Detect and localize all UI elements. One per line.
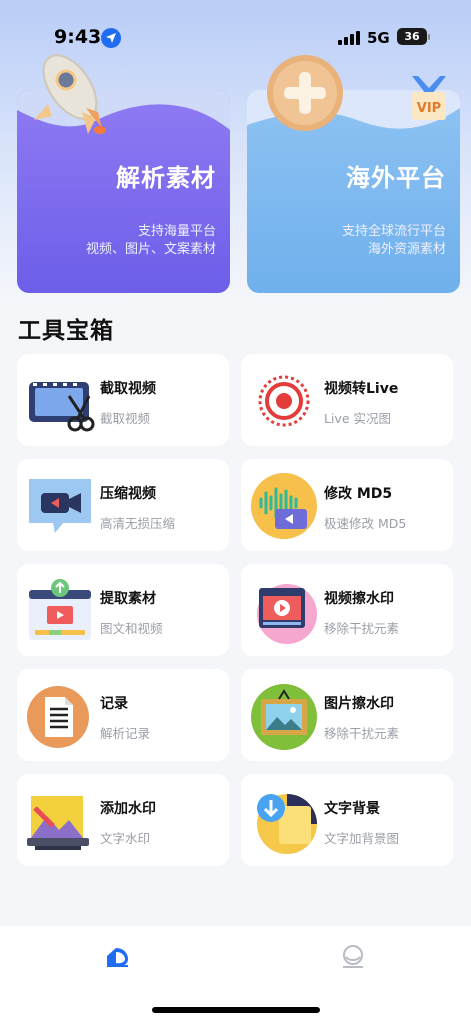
tool-subtitle: 高清无损压缩 [100, 516, 176, 531]
vip-badge-icon: VIP [412, 76, 446, 120]
tool-name: 截取视频 [100, 381, 156, 397]
tool-card-add-watermark[interactable]: 添加水印 文字水印 [17, 774, 229, 866]
tool-name: 图片擦水印 [324, 696, 394, 712]
tool-card-video-to-live[interactable]: 视频转Live Live 实况图 [241, 354, 453, 446]
video-player-icon [257, 584, 317, 644]
plus-coin-icon [267, 55, 343, 131]
profile-icon[interactable] [340, 944, 366, 970]
tool-subtitle: 文字水印 [100, 831, 151, 846]
battery-tip [428, 34, 430, 40]
video-camera-icon [29, 479, 91, 533]
document-icon [27, 686, 89, 748]
tool-name: 视频擦水印 [324, 591, 394, 607]
tool-subtitle: 极速修改 MD5 [324, 516, 407, 531]
tool-subtitle: 解析记录 [100, 726, 151, 741]
tool-name: 提取素材 [100, 591, 156, 607]
network-type: 5G [367, 29, 390, 47]
tool-card-cut-video[interactable]: 截取视频 截取视频 [17, 354, 229, 446]
audio-video-icon [251, 473, 317, 539]
download-badge-icon [257, 794, 317, 854]
tool-name: 压缩视频 [100, 486, 156, 502]
tool-subtitle: 文字加背景图 [324, 831, 400, 846]
battery-icon: 36 [397, 28, 427, 45]
tool-card-image-watermark-remove[interactable]: 图片擦水印 移除干扰元素 [241, 669, 453, 761]
section-title: 工具宝箱 [18, 318, 114, 344]
rocket-icon [34, 54, 106, 134]
banner-subtitle: 海外资源素材 [367, 242, 446, 257]
tool-card-history[interactable]: 记录 解析记录 [17, 669, 229, 761]
live-target-icon [258, 375, 310, 427]
tool-subtitle: 截取视频 [100, 411, 151, 426]
tool-card-text-background[interactable]: 文字背景 文字加背景图 [241, 774, 453, 866]
browser-upload-icon [29, 579, 91, 640]
cellular-signal-icon [338, 31, 360, 45]
banner-title: 解析素材 [116, 164, 216, 192]
video-cut-icon [29, 382, 95, 432]
picture-frame-icon [251, 684, 317, 750]
tool-card-modify-md5[interactable]: 修改 MD5 极速修改 MD5 [241, 459, 453, 551]
tool-name: 记录 [100, 696, 128, 712]
tool-name: 修改 MD5 [324, 486, 393, 502]
tool-name: 文字背景 [324, 801, 380, 817]
tool-subtitle: 移除干扰元素 [324, 621, 400, 636]
banner-title: 海外平台 [346, 164, 446, 192]
tool-card-compress-video[interactable]: 压缩视频 高清无损压缩 [17, 459, 229, 551]
home-indicator [152, 1007, 320, 1013]
banner-subtitle: 视频、图片、文案素材 [85, 242, 216, 257]
tool-name: 视频转Live [324, 381, 399, 397]
tool-subtitle: 图文和视频 [100, 621, 163, 636]
vip-label: VIP [417, 101, 441, 116]
tool-subtitle: Live 实况图 [324, 411, 391, 426]
tool-card-video-watermark-remove[interactable]: 视频擦水印 移除干扰元素 [241, 564, 453, 656]
banner-subtitle: 支持全球流行平台 [341, 224, 446, 239]
banner-subtitle: 支持海量平台 [137, 224, 216, 239]
tool-name: 添加水印 [100, 801, 156, 817]
tool-card-extract-material[interactable]: 提取素材 图文和视频 [17, 564, 229, 656]
laptop-image-icon [27, 796, 89, 850]
content-bottom-edge [0, 880, 471, 926]
tool-subtitle: 移除干扰元素 [324, 726, 400, 741]
home-icon[interactable] [104, 944, 130, 970]
battery-level: 36 [404, 30, 420, 43]
